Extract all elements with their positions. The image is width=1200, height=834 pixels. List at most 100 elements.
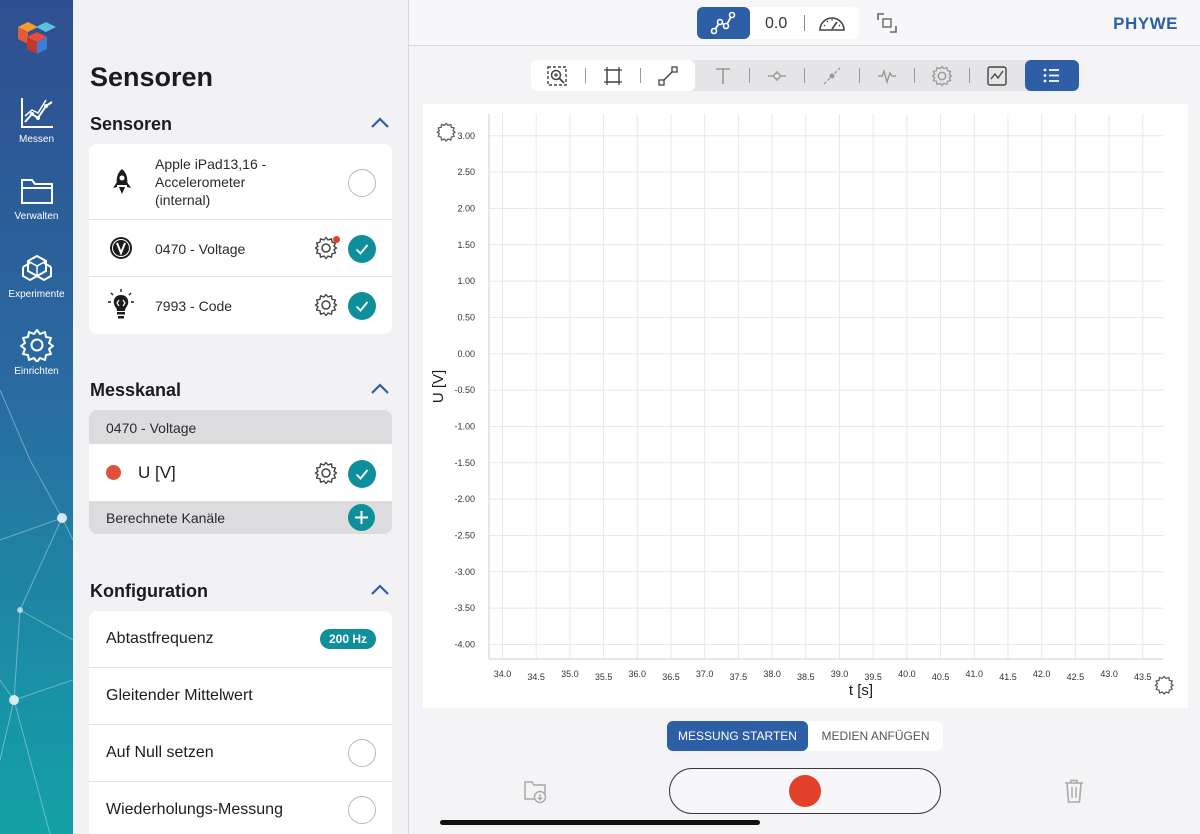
action-segment: MESSUNG STARTEN MEDIEN ANFÜGEN (667, 721, 943, 751)
x-tick-label: 39.0 (831, 669, 849, 679)
attach-media-button[interactable]: MEDIEN ANFÜGEN (808, 721, 943, 751)
zoom-select-icon[interactable] (546, 65, 568, 87)
sensor-name: 0470 - Voltage (155, 241, 246, 257)
nav-label: Messen (18, 134, 54, 145)
gauge-icon[interactable] (815, 12, 849, 34)
nav-item-einrichten[interactable]: Einrichten (0, 328, 73, 377)
settings-gear-icon[interactable] (314, 461, 338, 485)
channel-color-dot[interactable] (106, 465, 121, 480)
sensor-item-voltage[interactable]: 0470 - Voltage (89, 220, 392, 277)
start-measurement-button[interactable]: MESSUNG STARTEN (667, 721, 808, 751)
record-button[interactable] (669, 768, 941, 814)
selected-check[interactable] (348, 460, 376, 488)
x-tick-label: 42.5 (1067, 672, 1085, 682)
config-item-sampling-rate[interactable]: Abtastfrequenz 200 Hz (89, 611, 392, 668)
fit-view-icon[interactable] (602, 65, 624, 87)
section-title: Konfiguration (90, 581, 208, 601)
chevron-up-icon[interactable] (370, 583, 390, 597)
x-axis-settings-icon[interactable] (1154, 675, 1174, 695)
x-tick-label: 41.5 (999, 672, 1017, 682)
x-tick-label: 40.5 (932, 672, 950, 682)
x-tick-label: 35.5 (595, 672, 613, 682)
brand-logo: PHYWE (1113, 14, 1178, 33)
numeric-view-value[interactable]: 0.0 (765, 15, 787, 33)
x-tick-label: 36.0 (629, 669, 647, 679)
tangent-tool-icon[interactable] (821, 65, 843, 87)
trash-icon[interactable] (1062, 778, 1086, 804)
divider (969, 68, 970, 83)
divider (804, 15, 805, 31)
signal-tool-icon[interactable] (876, 65, 898, 87)
settings-gear-icon[interactable] (314, 293, 338, 317)
section-header-channel[interactable]: Messkanal (90, 380, 390, 401)
config-item-zero[interactable]: Auf Null setzen (89, 725, 392, 782)
x-tick-label: 43.0 (1100, 669, 1118, 679)
chart-canvas[interactable]: 34.0 34.5 35.0 35.5 36.0 36.5 37.0 37.5 38.0 38.5… (423, 104, 1188, 708)
divider (804, 68, 805, 83)
chevron-up-icon[interactable] (370, 382, 390, 396)
check-icon (355, 469, 369, 480)
y-tick-label: 3.00 (457, 131, 475, 141)
section-title: Messkanal (90, 380, 182, 400)
y-axis-settings-icon[interactable] (436, 122, 456, 142)
channel-row[interactable]: U [V] (89, 444, 392, 501)
analysis-icon[interactable] (986, 65, 1008, 87)
toggle-radio[interactable] (348, 739, 376, 767)
sensor-name-line: (internal) (155, 192, 211, 208)
x-tick-label: 37.5 (730, 672, 748, 682)
chart-line-icon (20, 98, 53, 128)
divider (749, 68, 750, 83)
x-tick-label: 37.0 (696, 669, 714, 679)
sensor-name-line: Accelerometer (155, 174, 246, 190)
marker-tool-icon[interactable] (766, 65, 788, 87)
config-item-repeat[interactable]: Wiederholungs-Messung (89, 782, 392, 834)
chart-settings-icon[interactable] (931, 65, 953, 87)
code-bulb-icon (108, 289, 134, 319)
x-tick-label: 42.0 (1033, 669, 1051, 679)
y-tick-label: 1.00 (457, 276, 475, 286)
add-computed-channel-button[interactable] (348, 504, 375, 531)
nav-item-messen[interactable]: Messen (0, 96, 73, 145)
divider (585, 68, 586, 83)
y-tick-label: 0.50 (457, 312, 475, 322)
folder-icon (20, 179, 53, 204)
chevron-up-icon[interactable] (370, 116, 390, 130)
y-tick-label: -2.00 (454, 494, 475, 504)
sensor-item-code[interactable]: 7993 - Code (89, 277, 392, 334)
line-tool-icon[interactable] (657, 65, 679, 87)
selected-check[interactable] (348, 292, 376, 320)
sensor-name: Apple iPad13,16 - Accelerometer (interna… (155, 155, 266, 209)
selected-check[interactable] (348, 235, 376, 263)
list-view-button[interactable] (1025, 60, 1079, 91)
nav-label: Einrichten (14, 366, 59, 377)
sensor-item-accelerometer[interactable]: Apple iPad13,16 - Accelerometer (interna… (89, 144, 392, 220)
y-tick-label: -2.50 (454, 530, 475, 540)
nav-item-experimente[interactable]: Experimente (0, 253, 73, 300)
fullscreen-icon[interactable] (876, 12, 898, 34)
x-tick-label: 34.5 (527, 672, 545, 682)
config-item-moving-average[interactable]: Gleitender Mittelwert (89, 668, 392, 725)
text-tool-icon[interactable] (712, 65, 734, 87)
measurement-chart[interactable]: 34.0 34.5 35.0 35.5 36.0 36.5 37.0 37.5 38.0 38.5… (423, 104, 1188, 708)
y-tick-label: 1.50 (457, 240, 475, 250)
x-tick-label: 34.0 (494, 669, 512, 679)
y-tick-label: 2.50 (457, 167, 475, 177)
graph-view-button[interactable] (697, 7, 750, 39)
toggle-radio[interactable] (348, 796, 376, 824)
nav-label: Verwalten (14, 211, 59, 222)
check-icon (355, 244, 369, 255)
sidebar: Sensoren Sensoren Apple iPad13,16 - Acce… (73, 0, 409, 834)
x-tick-label: 40.0 (898, 669, 916, 679)
section-header-config[interactable]: Konfiguration (90, 581, 390, 602)
sampling-rate-badge[interactable]: 200 Hz (319, 629, 376, 649)
page-title: Sensoren (90, 62, 214, 92)
x-tick-label: 43.5 (1134, 672, 1152, 682)
select-radio[interactable] (348, 169, 376, 197)
folder-download-icon[interactable] (523, 777, 549, 805)
y-tick-label: -3.50 (454, 603, 475, 613)
channel-group-name: 0470 - Voltage (106, 420, 197, 436)
divider (859, 68, 860, 83)
nav-item-verwalten[interactable]: Verwalten (0, 175, 73, 222)
voltage-icon (110, 237, 132, 259)
section-header-sensors[interactable]: Sensoren (90, 114, 390, 135)
